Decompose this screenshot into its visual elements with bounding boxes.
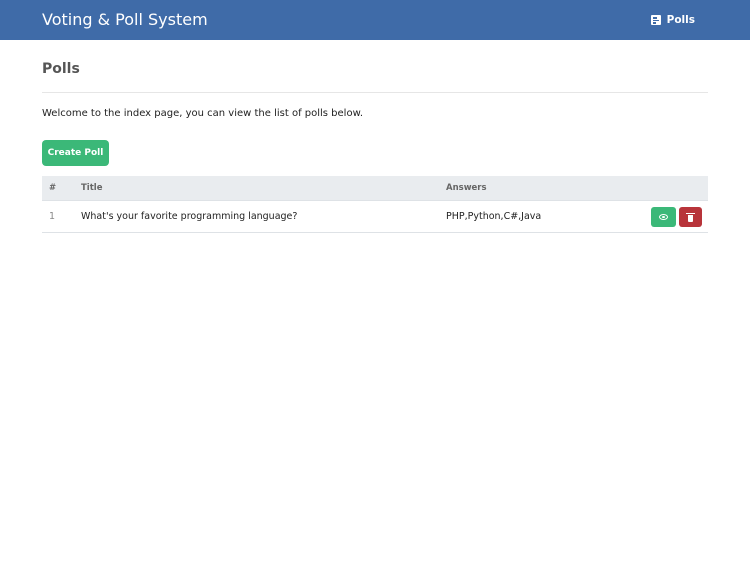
poll-icon — [650, 15, 661, 25]
trash-icon — [686, 212, 695, 222]
eye-icon — [659, 214, 668, 220]
create-poll-button[interactable]: Create Poll — [42, 140, 109, 166]
table-header: # Title Answers — [42, 176, 708, 201]
polls-table: # Title Answers 1 What's your favorite p… — [42, 176, 708, 233]
column-header-answers: Answers — [446, 183, 487, 193]
row-title: What's your favorite programming languag… — [81, 211, 298, 222]
intro-text: Welcome to the index page, you can view … — [42, 108, 364, 119]
column-header-num: # — [49, 183, 57, 193]
brand-link[interactable]: Voting & Poll System — [42, 10, 208, 30]
table-row: 1 What's your favorite programming langu… — [42, 201, 708, 233]
row-answers: PHP,Python,C#,Java — [446, 211, 542, 222]
nav-link-label: Polls — [666, 14, 695, 26]
view-poll-button[interactable] — [651, 207, 676, 227]
divider — [42, 92, 708, 93]
column-header-title: Title — [81, 183, 103, 193]
navbar: Voting & Poll System Polls — [0, 0, 750, 40]
nav-link-polls[interactable]: Polls — [650, 13, 695, 27]
row-num: 1 — [49, 211, 56, 222]
delete-poll-button[interactable] — [679, 207, 702, 227]
page-title: Polls — [42, 61, 80, 77]
